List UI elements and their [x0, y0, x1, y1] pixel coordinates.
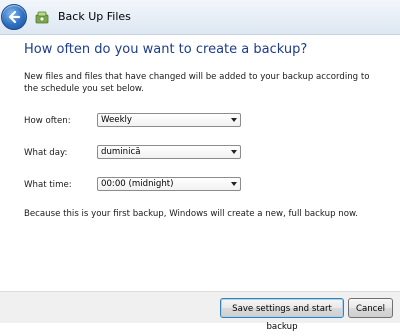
- save-settings-button[interactable]: Save settings and start backup: [220, 298, 344, 332]
- what-day-value: duminică: [101, 147, 141, 157]
- first-backup-note: Because this is your first backup, Windo…: [24, 209, 358, 219]
- chevron-down-icon: [231, 118, 237, 122]
- what-time-value: 00:00 (midnight): [101, 179, 174, 189]
- footer-bar: Save settings and start backup Cancel: [0, 291, 400, 332]
- how-often-select[interactable]: Weekly: [97, 113, 241, 127]
- how-often-label: How often:: [24, 116, 71, 126]
- back-button[interactable]: [1, 4, 27, 30]
- chevron-down-icon: [231, 150, 237, 154]
- what-time-select[interactable]: 00:00 (midnight): [97, 177, 241, 191]
- chevron-down-icon: [231, 182, 237, 186]
- back-arrow-icon: [8, 10, 21, 24]
- cancel-button[interactable]: Cancel: [348, 298, 393, 318]
- window-title: Back Up Files: [58, 10, 131, 23]
- page-heading: How often do you want to create a backup…: [24, 42, 308, 57]
- what-time-label: What time:: [24, 180, 72, 190]
- backup-icon: [35, 11, 49, 24]
- how-often-value: Weekly: [101, 115, 133, 125]
- what-day-select[interactable]: duminică: [97, 145, 241, 159]
- title-bar: Back Up Files: [0, 0, 400, 35]
- page-description: New files and files that have changed wi…: [24, 72, 370, 94]
- what-day-label: What day:: [24, 148, 68, 158]
